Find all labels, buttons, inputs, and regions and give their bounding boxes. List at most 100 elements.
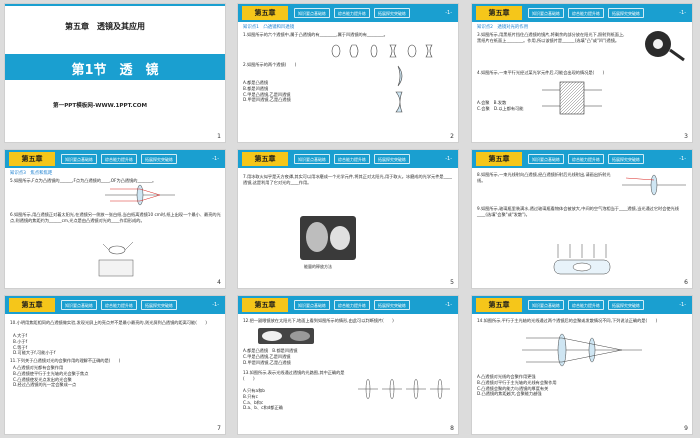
ice-lens-photo — [300, 216, 356, 260]
photo-caption: 能量的释放方法 — [304, 264, 332, 269]
topic-label: 知识点2 透镜对光的作用 — [477, 25, 529, 30]
tab-advanced: 综合能力提升练 — [334, 300, 370, 310]
top-accent — [5, 4, 225, 6]
question-8: 8.如图所示,一束光线射向凸透镜,经凸透镜折射后光线射出,请画出折射光线。 — [477, 172, 611, 183]
slide-thumbnail-5[interactable]: 第五章 知识要点基础练 综合能力提升练 拓展探究突破练 -1- 7.用冰取火似乎… — [237, 149, 459, 289]
question-5: 5.如图所示,F点为凸透镜的______,F点为凸透镜的____,OF为凸透镜的… — [10, 178, 157, 183]
question-14: 14.如图所示,平行于主光轴的光线通过两个透镜后的会聚或发散情况不同,下列说法正… — [477, 318, 658, 323]
tab-advanced: 综合能力提升练 — [334, 8, 370, 18]
slide-thumbnail-1[interactable]: 第五章 透镜及其应用 第1节 透 镜 第一PPT模板网-WWW.1PPT.COM… — [4, 3, 226, 143]
tab-extended: 拓展探究突破练 — [141, 154, 177, 164]
slide-header: 第五章 知识要点基础练 综合能力提升练 拓展探究突破练 -1- — [238, 296, 458, 314]
tab-advanced: 综合能力提升练 — [101, 154, 137, 164]
tab-advanced: 综合能力提升练 — [568, 300, 604, 310]
tab-basic: 知识要点基础练 — [294, 154, 330, 164]
converging-lens-figure — [522, 333, 642, 367]
question-3: 3.如图所示,用黑纸片挡住凸透镜的镜片,将剩余的部分放在阳光下,照射到纸面上,黑… — [477, 32, 625, 43]
slide-number: 8 — [450, 425, 454, 432]
slide-header: 第五章 知识要点基础练 综合能力提升练 拓展探究突破练 -1- — [238, 150, 458, 168]
tab-advanced: 综合能力提升练 — [568, 154, 604, 164]
question-7: 7.用冰取火似乎是天方夜谭,其实可以用冰磨成一个光学元件,将其正对太阳光,用于取… — [243, 174, 452, 185]
slide-thumbnail-6[interactable]: 第五章 知识要点基础练 综合能力提升练 拓展探究突破练 -1- 8.如图所示,一… — [471, 149, 693, 289]
lens-row-figure — [331, 44, 433, 58]
chapter-badge: 第五章 — [242, 298, 288, 312]
question-1: 1.如图所示的六个透镜中,属于凸透镜的有________,属于凹透镜的有____… — [243, 32, 388, 37]
chapter-badge: 第五章 — [476, 6, 522, 20]
tab-extended: 拓展探究突破练 — [374, 154, 410, 164]
page-marker: -1- — [679, 302, 686, 308]
blocked-lens-figure — [645, 31, 685, 62]
question-6: 6.如图所示,用凸透镜正对着太阳光,在透镜另一侧放一张白纸,当白纸离透镜10 c… — [10, 212, 221, 223]
tab-advanced: 综合能力提升练 — [334, 154, 370, 164]
page-marker: -1- — [445, 10, 452, 16]
page-marker: -1- — [212, 156, 219, 162]
slide-number: 3 — [684, 133, 688, 140]
slide-header: 第五章 知识要点基础练 综合能力提升练 拓展探究突破练 -1- — [472, 150, 692, 168]
tab-advanced: 综合能力提升练 — [101, 300, 137, 310]
slide-number: 2 — [450, 133, 454, 140]
tab-basic: 知识要点基础练 — [528, 300, 564, 310]
tab-basic: 知识要点基础练 — [528, 154, 564, 164]
slide-header: 第五章 知识要点基础练 综合能力提升练 拓展探究突破练 -1- — [5, 150, 225, 168]
sun-lens-photo — [98, 241, 134, 277]
slide-header: 第五章 知识要点基础练 综合能力提升练 拓展探究突破练 -1- — [472, 296, 692, 314]
question-4-options: A.会聚 B.发散 C.会聚 D.以上都有可能 — [477, 100, 524, 111]
tab-advanced: 综合能力提升练 — [568, 8, 604, 18]
tab-basic: 知识要点基础练 — [61, 300, 97, 310]
question-11-options: A.凸透镜对光都有会聚作用 B.凸透镜使平行于主光轴的光会聚于焦点 C.凸透镜使… — [13, 365, 89, 388]
focus-diagram — [105, 184, 175, 206]
question-2-options: A.都是凸透镜 B.都是凹透镜 C.甲是凸透镜,乙是凹透镜 D.甲是凹透镜,乙是… — [243, 80, 291, 103]
slide-header: 第五章 知识要点基础练 综合能力提升练 拓展探究突破练 -1- — [238, 4, 458, 22]
question-13-options: A.只有a和b B.只有c C.a、b和c D.a、b、c和d都正确 — [243, 388, 283, 411]
question-12: 12.把一副眼镜放在太阳光下,地面上看到如图所示的情形,由此可以判断镜片( ) — [243, 318, 394, 323]
slide-number: 7 — [217, 425, 221, 432]
topic-label: 知识点3 焦点和焦距 — [10, 171, 53, 176]
section-title-band: 第1节 透 镜 — [5, 54, 225, 80]
slide-thumbnail-7[interactable]: 第五章 知识要点基础练 综合能力提升练 拓展探究突破练 -1- 10.小明用焦距… — [4, 295, 226, 435]
page-marker: -1- — [212, 302, 219, 308]
slide-number: 1 — [217, 133, 221, 140]
ray-diagrams-figure — [358, 378, 450, 400]
tab-extended: 拓展探究突破练 — [374, 300, 410, 310]
slide-header: 第五章 知识要点基础练 综合能力提升练 拓展探究突破练 -1- — [5, 296, 225, 314]
page-marker: -1- — [679, 10, 686, 16]
tab-basic: 知识要点基础练 — [294, 300, 330, 310]
slide-number: 9 — [684, 425, 688, 432]
slide-number: 6 — [684, 279, 688, 286]
slide-thumbnail-grid: 第五章 透镜及其应用 第1节 透 镜 第一PPT模板网-WWW.1PPT.COM… — [0, 0, 700, 438]
tab-basic: 知识要点基础练 — [61, 154, 97, 164]
question-11: 11.下列关于凸透镜对光的会聚作用的理解不正确的是( ) — [10, 358, 121, 363]
question-2: 2.如图所示的两个透镜( ) — [243, 62, 297, 67]
section-title: 第1节 透 镜 — [71, 63, 159, 78]
slide-thumbnail-3[interactable]: 第五章 知识要点基础练 综合能力提升练 拓展探究突破练 -1- 知识点2 透镜对… — [471, 3, 693, 143]
question-4: 4.如图所示,一束平行光经过某光学元件后,可能会出现的情况是( ) — [477, 70, 605, 75]
slide-thumbnail-4[interactable]: 第五章 知识要点基础练 综合能力提升练 拓展探究突破练 -1- 知识点3 焦点和… — [4, 149, 226, 289]
page-marker: -1- — [445, 156, 452, 162]
chapter-badge: 第五章 — [242, 152, 288, 166]
tab-basic: 知识要点基础练 — [528, 8, 564, 18]
slide-thumbnail-9[interactable]: 第五章 知识要点基础练 综合能力提升练 拓展探究突破练 -1- 14.如图所示,… — [471, 295, 693, 435]
chapter-badge: 第五章 — [9, 298, 55, 312]
chapter-badge: 第五章 — [242, 6, 288, 20]
question-9: 9.如图所示,玻璃瓶里装满水,透过玻璃瓶看物体会被放大,中间的空气泡相当于___… — [477, 206, 679, 217]
chapter-badge: 第五章 — [9, 152, 55, 166]
question-12-options: A.都是凸透镜 B.都是凹透镜 C.甲是凸透镜,乙是凹透镜 D.甲是凹透镜,乙是… — [243, 348, 298, 365]
slide-thumbnail-8[interactable]: 第五章 知识要点基础练 综合能力提升练 拓展探究突破练 -1- 12.把一副眼镜… — [237, 295, 459, 435]
two-lens-figure — [395, 65, 403, 113]
chapter-badge: 第五章 — [476, 298, 522, 312]
refraction-figure — [622, 174, 686, 196]
slide-number: 5 — [450, 279, 454, 286]
slide-header: 第五章 知识要点基础练 综合能力提升练 拓展探究突破练 -1- — [472, 4, 692, 22]
question-10-options: A.大于f B.小于f C.等于f D.可能大于f,可能小于f — [13, 333, 56, 356]
footer-text: 第一PPT模板网-WWW.1PPT.COM — [53, 103, 148, 109]
tab-extended: 拓展探究突破练 — [608, 154, 644, 164]
chapter-title: 第五章 透镜及其应用 — [65, 22, 145, 31]
topic-label: 知识点1 凸透镜和凹透镜 — [243, 25, 295, 30]
question-14-options: A.凸透镜对光线的会聚作用更强 B.凸透镜对平行于主光轴的光线有会聚作用 C.凸… — [477, 374, 557, 397]
slide-number: 4 — [217, 279, 221, 286]
chapter-badge: 第五章 — [476, 152, 522, 166]
tab-extended: 拓展探究突破练 — [374, 8, 410, 18]
slide-thumbnail-2[interactable]: 第五章 知识要点基础练 综合能力提升练 拓展探究突破练 -1- 知识点1 凸透镜… — [237, 3, 459, 143]
tab-extended: 拓展探究突破练 — [141, 300, 177, 310]
page-marker: -1- — [445, 302, 452, 308]
